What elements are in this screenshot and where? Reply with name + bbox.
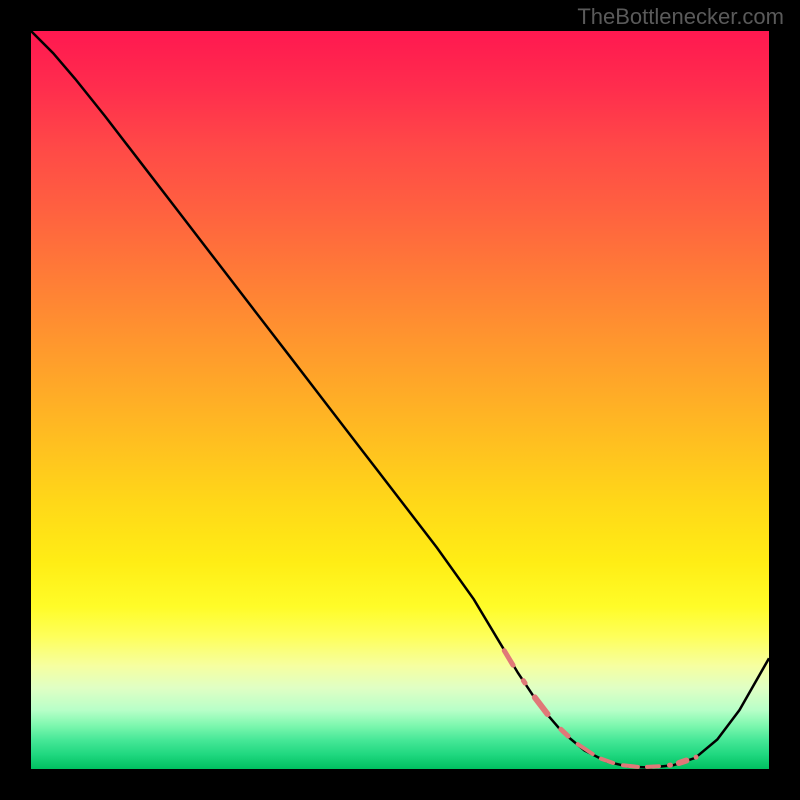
watermark-text: TheBottlenecker.com bbox=[577, 4, 784, 30]
chart-curve-svg bbox=[31, 31, 769, 769]
bottleneck-curve-path bbox=[31, 31, 769, 768]
chart-plot-area bbox=[31, 31, 769, 769]
